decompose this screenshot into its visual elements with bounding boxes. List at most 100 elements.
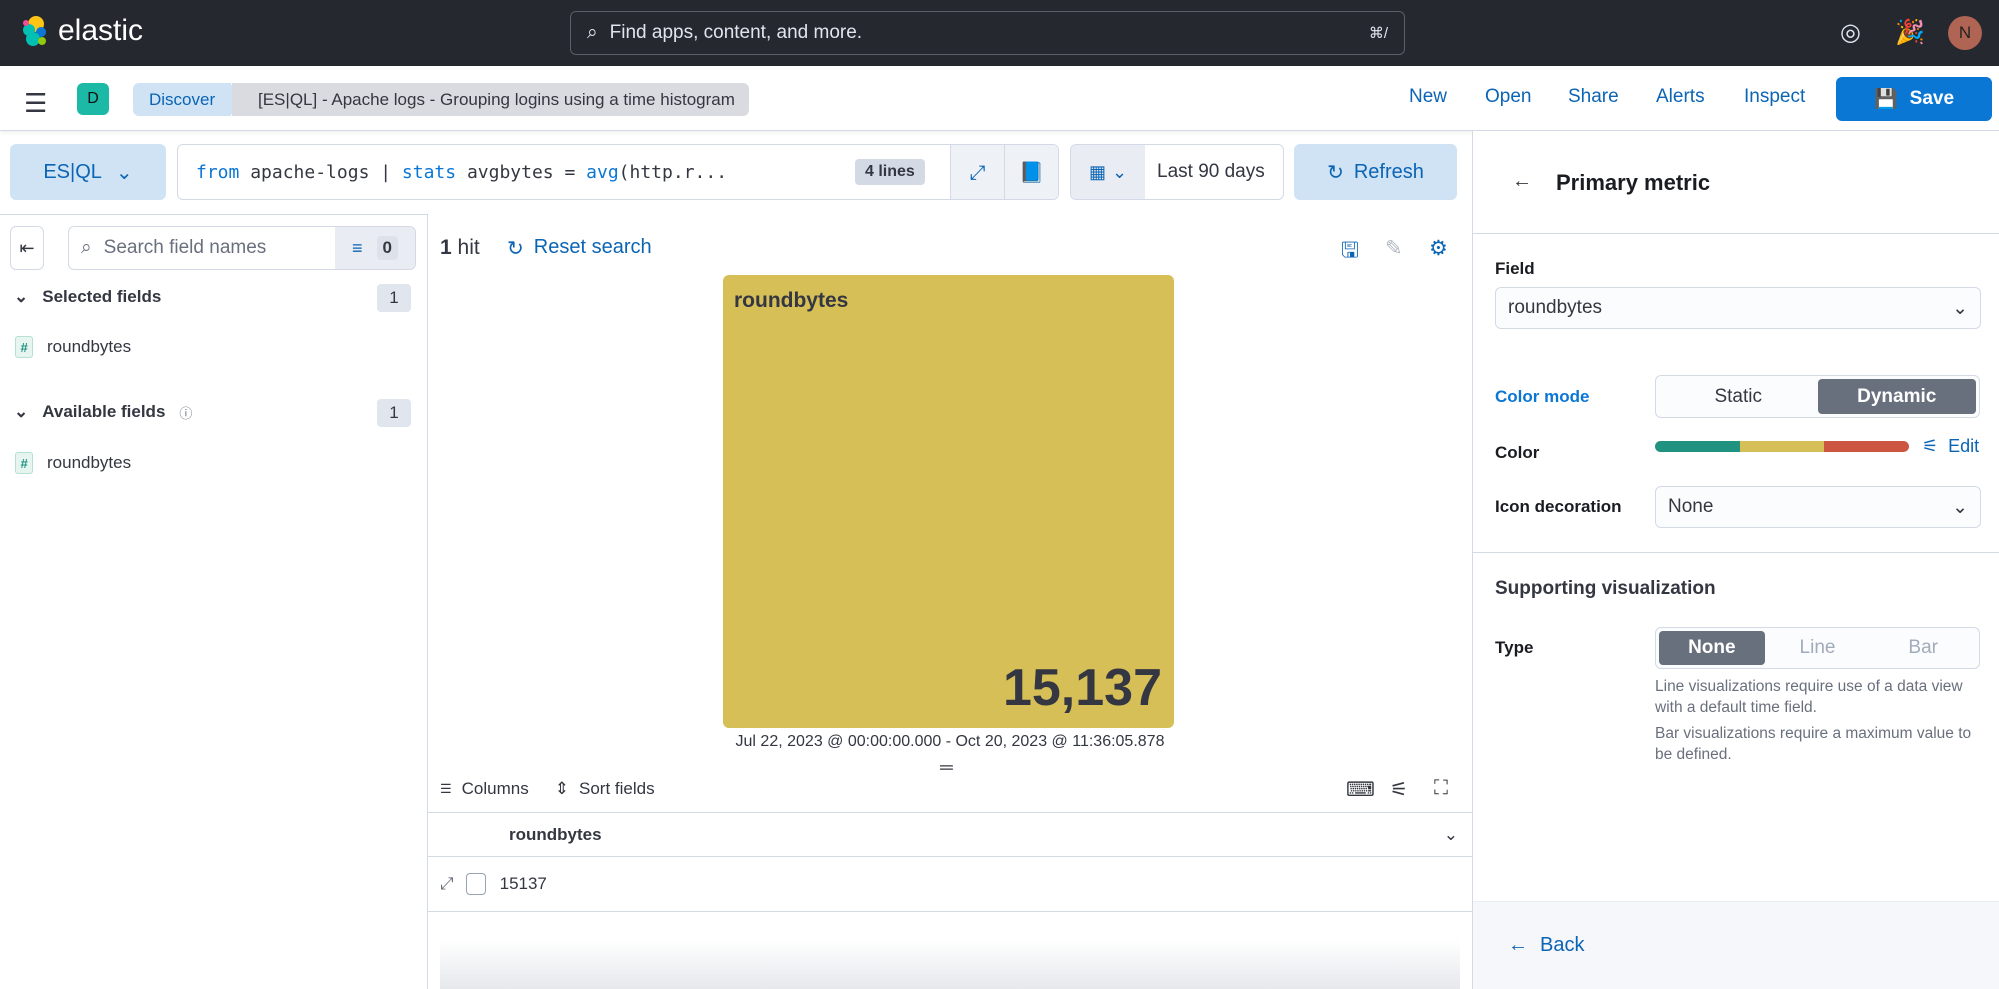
divider [1473,552,1999,553]
query-token: (http.r... [618,161,728,183]
inspect-link[interactable]: Inspect [1744,86,1805,108]
table-row: ⤢ 15137 [428,857,1472,912]
field-search-input[interactable]: ⌕ Search field names ≡ 0 [68,226,416,270]
reset-label: Reset search [533,236,652,258]
sort-fields-button[interactable]: ⇕ Sort fields [555,779,655,799]
lines-badge: 4 lines [855,159,925,185]
new-link[interactable]: New [1409,86,1447,108]
resize-handle[interactable]: ═ [940,757,953,778]
available-fields-toggle[interactable]: ⌄ Available fields ⓘ [14,402,192,422]
date-picker[interactable]: ▦ ⌄ Last 90 days [1070,144,1284,200]
query-token: avg [586,161,619,183]
type-bar[interactable]: Bar [1870,631,1976,665]
chevron-down-icon[interactable]: ⌄ [1444,825,1458,845]
metric-tile[interactable]: roundbytes 15,137 [723,275,1174,728]
field-item[interactable]: # roundbytes [15,452,131,474]
space-avatar[interactable]: D [77,83,109,115]
selected-fields-toggle[interactable]: ⌄ Selected fields [14,287,161,307]
breadcrumb-discover[interactable]: Discover [133,83,240,116]
sort-icon: ⇕ [554,779,569,798]
elastic-logo[interactable]: elastic [20,14,143,48]
search-icon: ⌕ [587,22,598,43]
save-button[interactable]: 💾 Save [1836,77,1992,121]
number-type-icon: # [15,452,33,474]
field-select[interactable]: roundbytes ⌄ [1495,287,1981,329]
save-label: Save [1909,88,1955,109]
column-header[interactable]: roundbytes ⌄ [428,812,1472,857]
info-icon[interactable]: ⓘ [179,403,192,422]
open-link[interactable]: Open [1485,86,1531,108]
number-type-icon: # [15,336,33,358]
palette-stop [1655,441,1740,452]
color-mode-dynamic[interactable]: Dynamic [1817,379,1976,414]
display-settings-icon[interactable]: ⚟ [1390,777,1408,802]
back-arrow-icon[interactable]: ← [1512,170,1532,193]
field-name: roundbytes [47,337,132,356]
palette-stop [1739,441,1825,452]
type-line[interactable]: Line [1765,631,1871,665]
edit-label: Edit [1948,436,1980,456]
time-range[interactable]: Last 90 days [1145,161,1265,183]
edit-palette-button[interactable]: ⚟ Edit [1922,436,1979,457]
language-selector[interactable]: ES|QL ⌄ [10,144,166,200]
reset-search-button[interactable]: ↻ Reset search [507,236,652,261]
keyboard-icon[interactable]: ⌨ [1346,777,1375,802]
available-count: 1 [377,399,411,427]
icon-decoration-select[interactable]: None ⌄ [1655,486,1981,528]
fullscreen-icon[interactable]: ⛶ [1434,777,1448,800]
global-search-placeholder: Find apps, content, and more. [609,22,863,43]
expand-row-icon[interactable]: ⤢ [440,874,454,894]
refresh-icon: ↻ [1327,161,1344,184]
user-avatar[interactable]: N [1948,16,1982,50]
collapse-sidebar-button[interactable]: ⇤ [10,226,44,270]
chevron-down-icon: ⌄ [1111,161,1128,182]
color-mode-static[interactable]: Static [1659,379,1818,414]
save-visualization-icon[interactable]: 🖫 [1341,236,1359,271]
edit-icon[interactable]: ✎ [1385,236,1403,261]
color-palette-bar[interactable] [1655,441,1909,452]
color-mode-label: Color mode [1495,387,1590,406]
collapse-icon: ⇤ [19,237,35,258]
icon-select-value: None [1668,496,1714,517]
selected-count: 1 [377,284,411,312]
field-select-value: roundbytes [1508,297,1603,318]
chevron-down-icon: ⌄ [1952,496,1968,518]
news-icon[interactable]: 🎉 [1895,18,1925,47]
icon-decoration-label: Icon decoration [1495,497,1622,516]
back-button[interactable]: ← Back [1508,934,1584,957]
metric-title: roundbytes [734,289,849,312]
palette-stop [1824,441,1909,452]
documentation-icon[interactable]: 📘 [1004,145,1058,199]
expand-icon[interactable]: ⤢ [950,145,1004,199]
breadcrumb-current: [ES|QL] - Apache logs - Grouping logins … [232,83,749,116]
refresh-button[interactable]: ↻ Refresh [1294,144,1457,200]
menu-icon[interactable]: ☰ [24,88,47,119]
gear-icon[interactable]: ⚙ [1429,236,1448,261]
supporting-type-toggle: None Line Bar [1655,627,1980,669]
selected-fields-label: Selected fields [42,287,162,306]
global-search-input[interactable]: ⌕ Find apps, content, and more. ⌘/ [570,11,1405,55]
filter-count: 0 [376,236,398,260]
bar-help-text: Bar visualizations require a maximum val… [1655,725,1972,763]
filter-icon: ≡ [352,237,363,258]
query-token: avgbytes = [456,161,587,183]
field-filter-button[interactable]: ≡ 0 [335,227,415,269]
row-checkbox[interactable] [465,873,486,895]
color-mode-toggle: Static Dynamic [1655,375,1980,418]
hit-count: 1 hit [440,236,480,259]
field-search-placeholder: Search field names [103,237,267,258]
time-range-label: Jul 22, 2023 @ 00:00:00.000 - Oct 20, 20… [735,733,1165,750]
available-fields-label: Available fields [42,402,166,421]
chevron-down-icon: ⌄ [14,402,29,421]
columns-button[interactable]: ☰ Columns [440,779,529,799]
query-editor[interactable]: from apache-logs | stats avgbytes = avg(… [177,144,1059,200]
alerts-link[interactable]: Alerts [1656,86,1705,108]
help-icon[interactable]: ◎ [1840,18,1861,47]
chevron-down-icon: ⌄ [115,161,133,184]
share-link[interactable]: Share [1568,86,1619,108]
field-item[interactable]: # roundbytes [15,336,131,358]
query-token: apache-logs | [239,161,402,183]
calendar-icon[interactable]: ▦ ⌄ [1071,145,1145,199]
language-label: ES|QL [43,160,102,183]
type-none[interactable]: None [1659,631,1765,665]
